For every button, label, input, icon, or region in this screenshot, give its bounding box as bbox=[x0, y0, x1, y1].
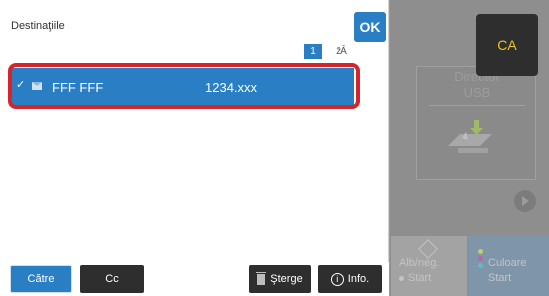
document-divider bbox=[429, 105, 525, 106]
next-arrow-icon bbox=[514, 190, 536, 212]
cc-tab[interactable]: Cc bbox=[80, 265, 144, 293]
bw-dot bbox=[399, 276, 404, 281]
highlight-frame bbox=[8, 63, 360, 109]
bottom-toolbar: Către Cc Şterge i Info. bbox=[0, 262, 389, 296]
start-color-button: Culoare Start bbox=[468, 236, 549, 296]
page-number: 1 bbox=[304, 44, 322, 59]
start-bw-label: Alb/neg. bbox=[399, 257, 440, 269]
info-label: Info. bbox=[347, 273, 370, 285]
start-color-label: Culoare bbox=[488, 257, 527, 269]
color-dot-cyan bbox=[478, 263, 483, 268]
start-color-sublabel: Start bbox=[488, 272, 512, 284]
destinations-dialog: Destinaţiile OK 1 z̄Ā ✓ FFF FFF 1234.xx… bbox=[0, 0, 389, 296]
info-icon: i bbox=[330, 272, 344, 286]
clear-all-button[interactable]: CA bbox=[476, 14, 538, 76]
start-bw-sublabel: Start bbox=[408, 272, 432, 284]
dialog-title: Destinaţiile bbox=[11, 20, 65, 32]
scan-to-usb-icon bbox=[448, 120, 492, 153]
color-dot-magenta bbox=[478, 256, 483, 261]
bw-start-icon bbox=[418, 239, 438, 259]
delete-button[interactable]: Şterge bbox=[249, 265, 311, 293]
delete-label: Şterge bbox=[270, 273, 303, 285]
ok-button[interactable]: OK bbox=[354, 12, 386, 42]
color-dot-yellow bbox=[478, 249, 483, 254]
trash-icon bbox=[256, 271, 267, 285]
info-button[interactable]: i Info. bbox=[318, 265, 382, 293]
start-bw-button: Alb/neg. Start bbox=[391, 236, 467, 296]
sort-icon[interactable]: z̄Ā bbox=[330, 43, 352, 60]
to-tab[interactable]: Către bbox=[10, 265, 72, 293]
